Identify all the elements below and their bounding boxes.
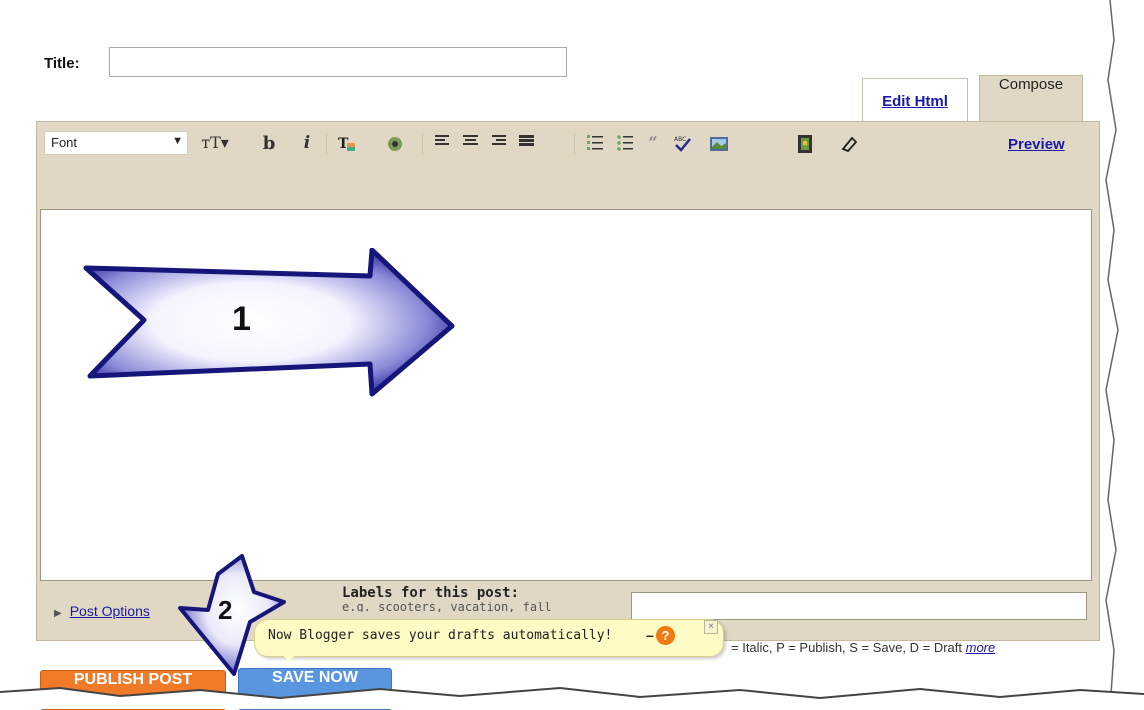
shortcuts-text: = Italic, P = Publish, S = Save, D = Dra… [731,640,962,655]
chevron-down-icon: ▼ [172,135,183,147]
post-options-label: Post Options [69,603,150,619]
notification-text: Now Blogger saves your drafts automatica… [268,628,613,643]
clear-formatting-icon[interactable] [838,133,860,155]
tab-compose[interactable]: Compose [979,75,1083,123]
help-icon[interactable]: ? [656,626,675,645]
annotation-number-1: 1 [232,300,251,338]
align-left-icon[interactable] [432,133,454,155]
image-icon[interactable] [708,133,730,155]
post-options-toggle[interactable]: ▶ Post Options [54,603,150,619]
bullet-list-icon[interactable] [614,133,636,155]
text-color-icon[interactable]: T [336,133,358,155]
spellcheck-icon[interactable]: ABC [672,133,694,155]
labels-input[interactable] [631,592,1087,620]
title-input[interactable] [109,47,567,77]
labels-label: Labels for this post: [342,585,520,601]
tab-edit-html[interactable]: Edit Html [862,78,968,122]
toolbar-separator [326,133,327,155]
font-size-icon[interactable]: тТ▾ [198,133,232,155]
expand-triangle-icon: ▶ [54,608,62,619]
tab-edit-html-label: Edit Html [882,93,948,110]
svg-text:ABC: ABC [674,136,686,143]
numbered-list-icon[interactable] [584,133,606,155]
align-center-icon[interactable] [460,133,482,155]
shortcuts-more-link[interactable]: more [966,640,996,655]
align-right-icon[interactable] [488,133,510,155]
bold-icon[interactable]: b [258,133,280,155]
torn-edge-right [1105,0,1144,709]
font-select[interactable]: Font ▼ [44,131,188,155]
toolbar-separator [574,133,575,155]
close-icon[interactable]: × [704,620,718,634]
annotation-arrow-1 [83,248,455,397]
font-select-value: Font [51,135,78,150]
link-icon[interactable] [384,133,406,155]
preview-link[interactable]: Preview [1008,136,1065,153]
video-icon[interactable] [794,133,816,155]
torn-edge-bottom [0,686,1144,709]
keyboard-shortcuts-hint: = Italic, P = Publish, S = Save, D = Dra… [731,640,995,655]
labels-example-text: e.g. scooters, vacation, fall [342,602,552,612]
title-label: Title: [44,55,80,72]
align-justify-icon[interactable] [516,133,538,155]
annotation-number-2: 2 [218,595,233,625]
blockquote-icon[interactable]: “ [642,133,664,155]
notification-dash: – [646,627,654,643]
italic-icon[interactable]: i [296,133,318,155]
toolbar-separator [422,133,423,155]
